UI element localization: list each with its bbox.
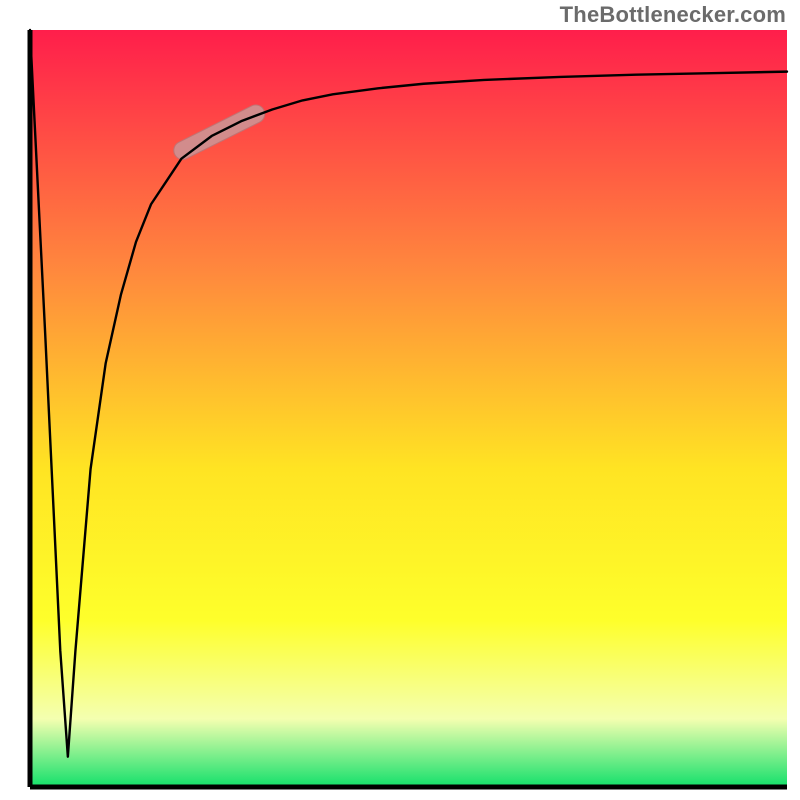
bottleneck-chart xyxy=(0,0,800,800)
plot-background-heatmap xyxy=(30,30,787,787)
